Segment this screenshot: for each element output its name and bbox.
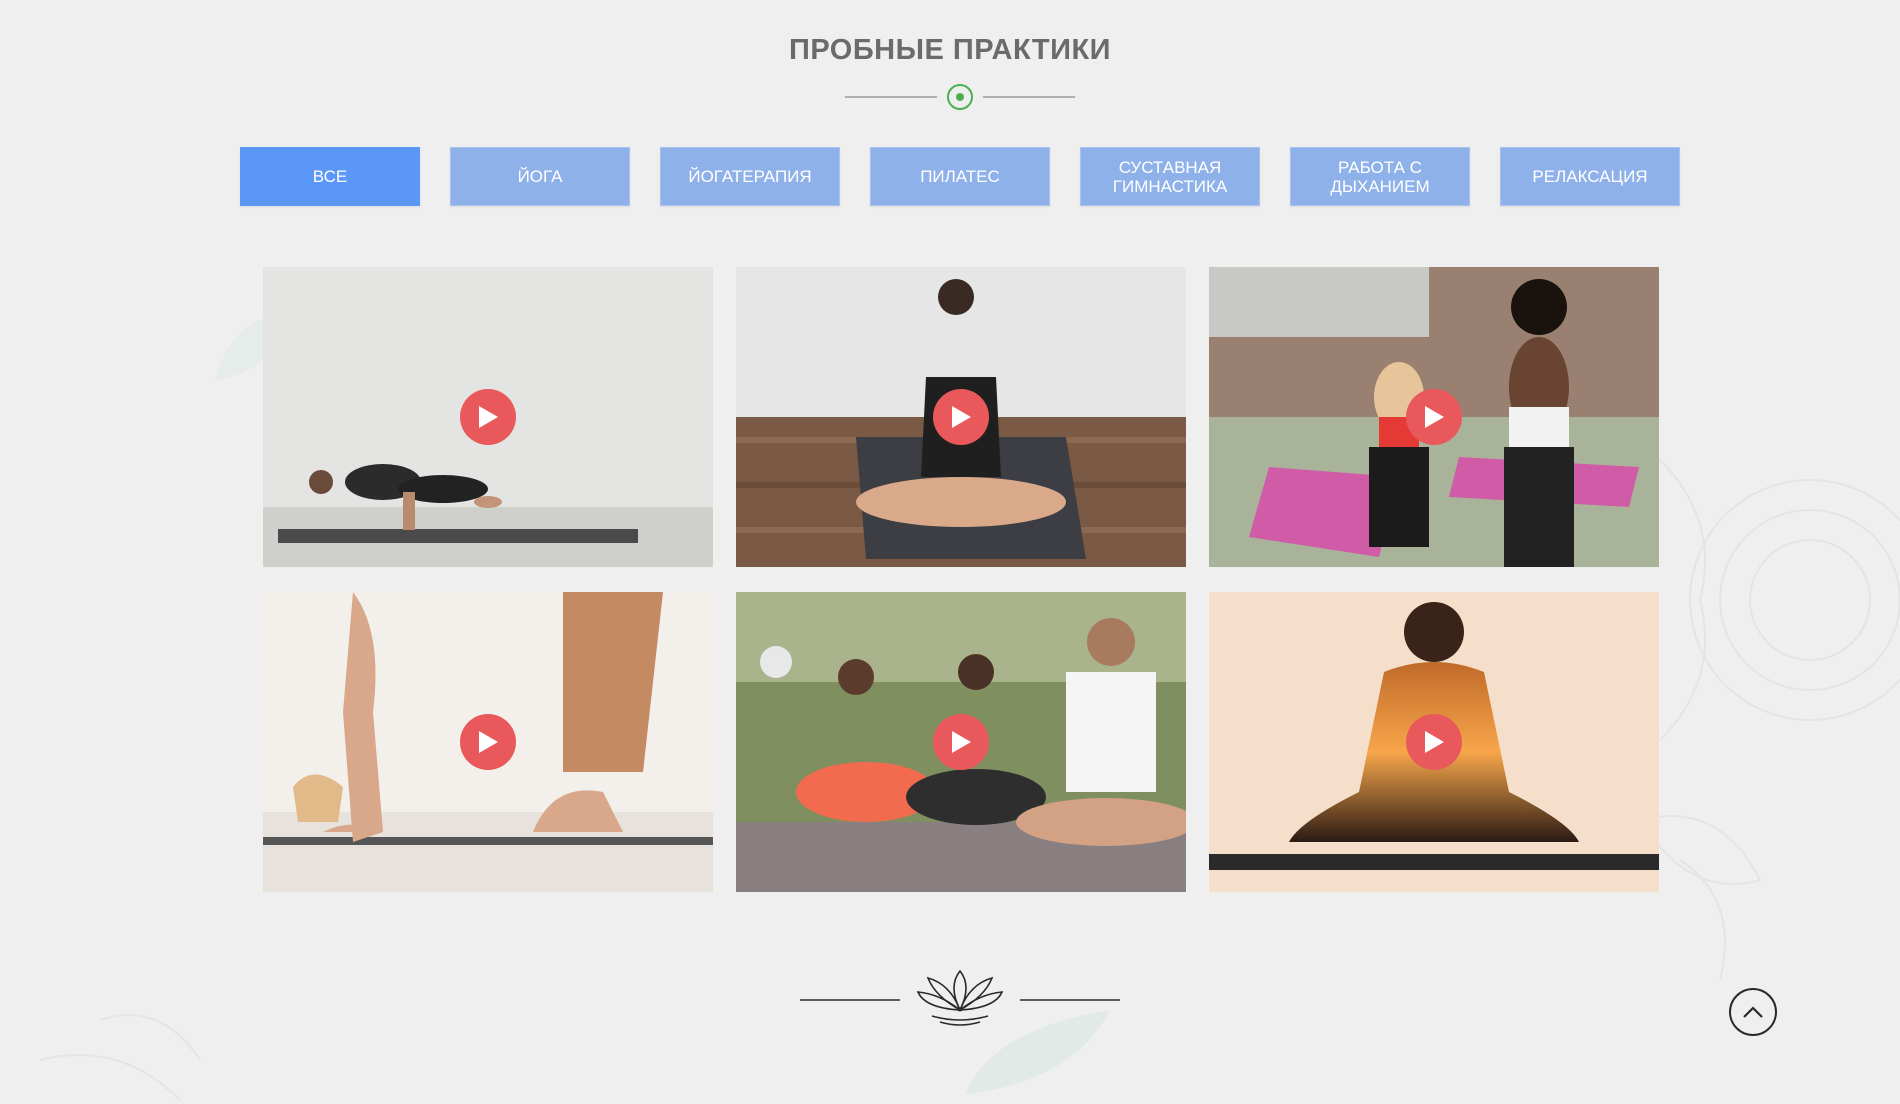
video-card[interactable] (1209, 267, 1659, 567)
filter-breathing-button[interactable]: РАБОТА С ДЫХАНИЕМ (1290, 147, 1470, 206)
footer-divider (800, 969, 1120, 1026)
play-icon (479, 406, 498, 428)
play-button[interactable] (933, 714, 989, 770)
filter-bar: ВСЕ ЙОГА ЙОГАТЕРАПИЯ ПИЛАТЕС СУСТАВНАЯ Г… (240, 147, 1680, 206)
play-icon (952, 731, 971, 753)
play-icon (479, 731, 498, 753)
play-icon (1425, 731, 1444, 753)
filter-yoga-button[interactable]: ЙОГА (450, 147, 630, 206)
play-button[interactable] (460, 389, 516, 445)
video-card[interactable] (263, 592, 713, 892)
play-icon (952, 406, 971, 428)
title-divider (845, 84, 1075, 110)
play-button[interactable] (933, 389, 989, 445)
video-grid (263, 267, 1659, 892)
filter-joint-gymnastics-button[interactable]: СУСТАВНАЯ ГИМНАСТИКА (1080, 147, 1260, 206)
filter-pilates-button[interactable]: ПИЛАТЕС (870, 147, 1050, 206)
play-button[interactable] (1406, 389, 1462, 445)
filter-relaxation-button[interactable]: РЕЛАКСАЦИЯ (1500, 147, 1680, 206)
section-title: ПРОБНЫЕ ПРАКТИКИ (788, 34, 1112, 66)
play-button[interactable] (460, 714, 516, 770)
video-card[interactable] (736, 592, 1186, 892)
video-card[interactable] (263, 267, 713, 567)
scroll-to-top-button[interactable] (1729, 988, 1777, 1036)
filter-yogatherapy-button[interactable]: ЙОГАТЕРАПИЯ (660, 147, 840, 206)
video-card[interactable] (736, 267, 1186, 567)
chevron-up-icon (1743, 1006, 1763, 1018)
lotus-icon (916, 969, 1004, 1026)
video-card[interactable] (1209, 592, 1659, 892)
filter-all-button[interactable]: ВСЕ (240, 147, 420, 206)
play-button[interactable] (1406, 714, 1462, 770)
play-icon (1425, 406, 1444, 428)
circle-dot-icon (947, 84, 973, 110)
